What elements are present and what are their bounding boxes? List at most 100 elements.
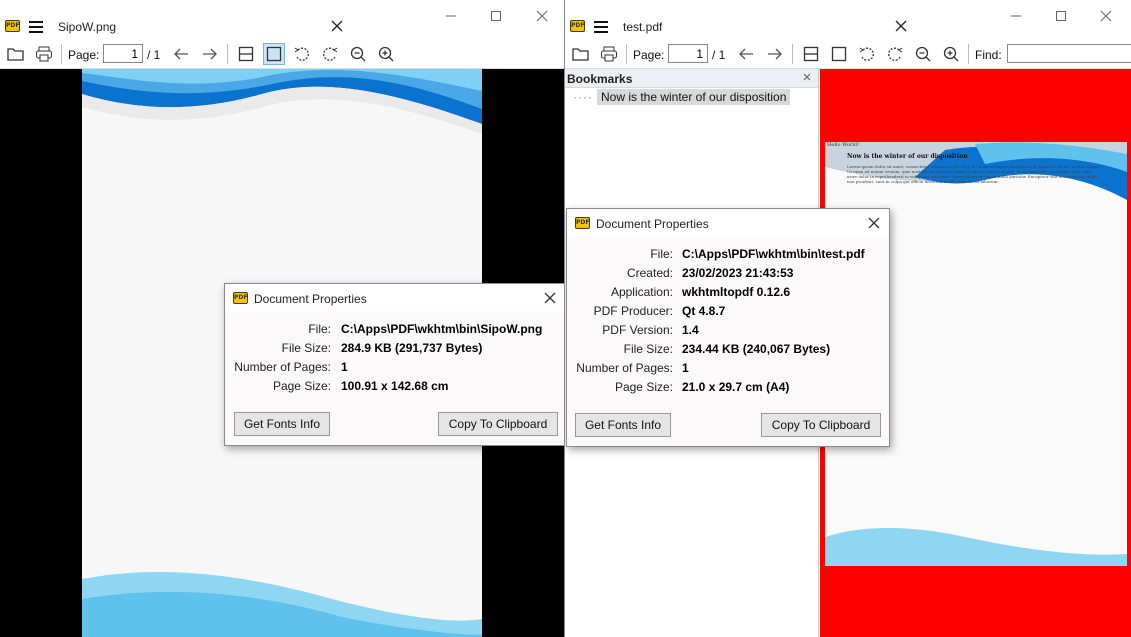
page-number-input[interactable] xyxy=(668,44,708,63)
property-row: File: C:\Apps\PDF\wkhtm\bin\test.pdf xyxy=(567,247,889,266)
maximize-icon[interactable] xyxy=(1051,6,1071,26)
property-key: File: xyxy=(650,247,673,261)
property-row: File Size: 284.9 KB (291,737 Bytes) xyxy=(225,341,564,360)
property-value: C:\Apps\PDF\wkhtm\bin\SipoW.png xyxy=(341,322,543,336)
property-row: Page Size: 21.0 x 29.7 cm (A4) xyxy=(567,380,889,399)
page-label: Page: xyxy=(68,48,100,62)
right-viewer-window: PDF test.pdf Page: / 1 Find: Bookmarks xyxy=(565,0,1131,637)
property-value: 100.91 x 142.68 cm xyxy=(341,379,449,393)
page-total: / 1 xyxy=(712,48,726,62)
page-label: Page: xyxy=(633,48,665,62)
arrow-right-icon[interactable] xyxy=(764,43,786,65)
separator xyxy=(61,44,62,64)
title-bar: PDF SipoW.png xyxy=(0,0,564,38)
bookmarks-title: Bookmarks xyxy=(567,72,633,86)
page-header-text: Hello World! xyxy=(827,142,860,148)
property-key: File: xyxy=(308,322,331,336)
app-logo-icon: PDF xyxy=(233,292,248,304)
separator xyxy=(792,44,793,64)
zoom-out-icon[interactable] xyxy=(347,43,369,65)
menu-icon[interactable] xyxy=(594,21,608,33)
continuous-view-icon[interactable] xyxy=(235,43,257,65)
property-key: PDF Version: xyxy=(602,323,673,337)
property-row: File: C:\Apps\PDF\wkhtm\bin\SipoW.png xyxy=(225,322,564,341)
arrow-right-icon[interactable] xyxy=(199,43,221,65)
find-input[interactable] xyxy=(1007,44,1131,63)
property-value: 234.44 KB (240,067 Bytes) xyxy=(682,342,831,356)
maximize-icon[interactable] xyxy=(486,6,506,26)
property-key: Created: xyxy=(626,266,673,280)
minimize-icon[interactable] xyxy=(441,6,461,26)
property-value: 1 xyxy=(682,361,689,375)
rotate-left-icon[interactable] xyxy=(856,43,878,65)
arrow-left-icon[interactable] xyxy=(170,43,192,65)
app-logo-icon: PDF xyxy=(5,20,20,32)
property-key: Number of Pages: xyxy=(576,361,673,375)
dialog-body: File: C:\Apps\PDF\wkhtm\bin\test.pdf Cre… xyxy=(567,237,889,446)
property-row: Page Size: 100.91 x 142.68 cm xyxy=(225,379,564,398)
folder-open-icon[interactable] xyxy=(5,43,27,65)
copy-to-clipboard-button[interactable]: Copy To Clipboard xyxy=(761,413,881,437)
window-close-icon[interactable] xyxy=(1096,6,1116,26)
dialog-close-icon[interactable] xyxy=(867,216,881,230)
close-bookmarks-icon[interactable] xyxy=(802,72,812,82)
property-value: wkhtmltopdf 0.12.6 xyxy=(682,285,791,299)
rotate-right-icon[interactable] xyxy=(884,43,906,65)
property-row: File Size: 234.44 KB (240,067 Bytes) xyxy=(567,342,889,361)
single-page-icon[interactable] xyxy=(828,43,850,65)
property-key: Application: xyxy=(610,285,673,299)
folder-open-icon[interactable] xyxy=(570,43,592,65)
property-value: 23/02/2023 21:43:53 xyxy=(682,266,794,280)
toolbar: Page: / 1 Find: xyxy=(565,38,1131,69)
get-fonts-info-button[interactable]: Get Fonts Info xyxy=(234,412,330,436)
separator xyxy=(227,44,228,64)
separator xyxy=(626,44,627,64)
property-value: 21.0 x 29.7 cm (A4) xyxy=(682,380,790,394)
tab-title[interactable]: SipoW.png xyxy=(58,20,116,34)
page-number-input[interactable] xyxy=(103,44,143,63)
single-page-icon[interactable] xyxy=(263,43,285,65)
property-key: Page Size: xyxy=(614,380,673,394)
property-row: Number of Pages: 1 xyxy=(225,360,564,379)
print-icon[interactable] xyxy=(598,43,620,65)
rotate-left-icon[interactable] xyxy=(291,43,313,65)
dialog-title: Document Properties xyxy=(596,217,709,231)
print-icon[interactable] xyxy=(33,43,55,65)
bookmark-item[interactable]: ···· Now is the winter of our disposition xyxy=(573,89,791,105)
dialog-title-bar: PDF Document Properties xyxy=(225,284,564,312)
property-row: PDF Producer: Qt 4.8.7 xyxy=(567,304,889,323)
title-bar: PDF test.pdf xyxy=(565,0,1131,38)
property-row: Created: 23/02/2023 21:43:53 xyxy=(567,266,889,285)
property-key: PDF Producer: xyxy=(593,304,673,318)
separator xyxy=(968,44,969,64)
app-logo-icon: PDF xyxy=(575,217,590,229)
toolbar: Page: / 1 xyxy=(0,38,564,69)
find-label: Find: xyxy=(975,48,1002,62)
close-tab-icon[interactable] xyxy=(330,19,344,33)
zoom-out-icon[interactable] xyxy=(912,43,934,65)
zoom-in-icon[interactable] xyxy=(375,43,397,65)
arrow-left-icon[interactable] xyxy=(735,43,757,65)
copy-to-clipboard-button[interactable]: Copy To Clipboard xyxy=(438,412,558,436)
rotate-right-icon[interactable] xyxy=(319,43,341,65)
property-value: 284.9 KB (291,737 Bytes) xyxy=(341,341,483,355)
minimize-icon[interactable] xyxy=(1006,6,1026,26)
property-key: Number of Pages: xyxy=(234,360,331,374)
zoom-in-icon[interactable] xyxy=(940,43,962,65)
property-value: 1 xyxy=(341,360,348,374)
property-key: File Size: xyxy=(623,342,673,356)
tree-connector: ···· xyxy=(573,90,593,104)
property-value: Qt 4.8.7 xyxy=(682,304,726,318)
get-fonts-info-button[interactable]: Get Fonts Info xyxy=(575,413,671,437)
property-row: PDF Version: 1.4 xyxy=(567,323,889,342)
dialog-close-icon[interactable] xyxy=(543,291,557,305)
property-key: Page Size: xyxy=(272,379,331,393)
window-close-icon[interactable] xyxy=(532,6,552,26)
document-properties-dialog: PDF Document Properties File: C:\Apps\PD… xyxy=(566,208,890,447)
close-tab-icon[interactable] xyxy=(894,19,908,33)
menu-icon[interactable] xyxy=(29,21,43,33)
dialog-body: File: C:\Apps\PDF\wkhtm\bin\SipoW.png Fi… xyxy=(225,312,564,445)
tab-title[interactable]: test.pdf xyxy=(623,20,662,34)
continuous-view-icon[interactable] xyxy=(800,43,822,65)
dialog-title-bar: PDF Document Properties xyxy=(567,209,889,237)
